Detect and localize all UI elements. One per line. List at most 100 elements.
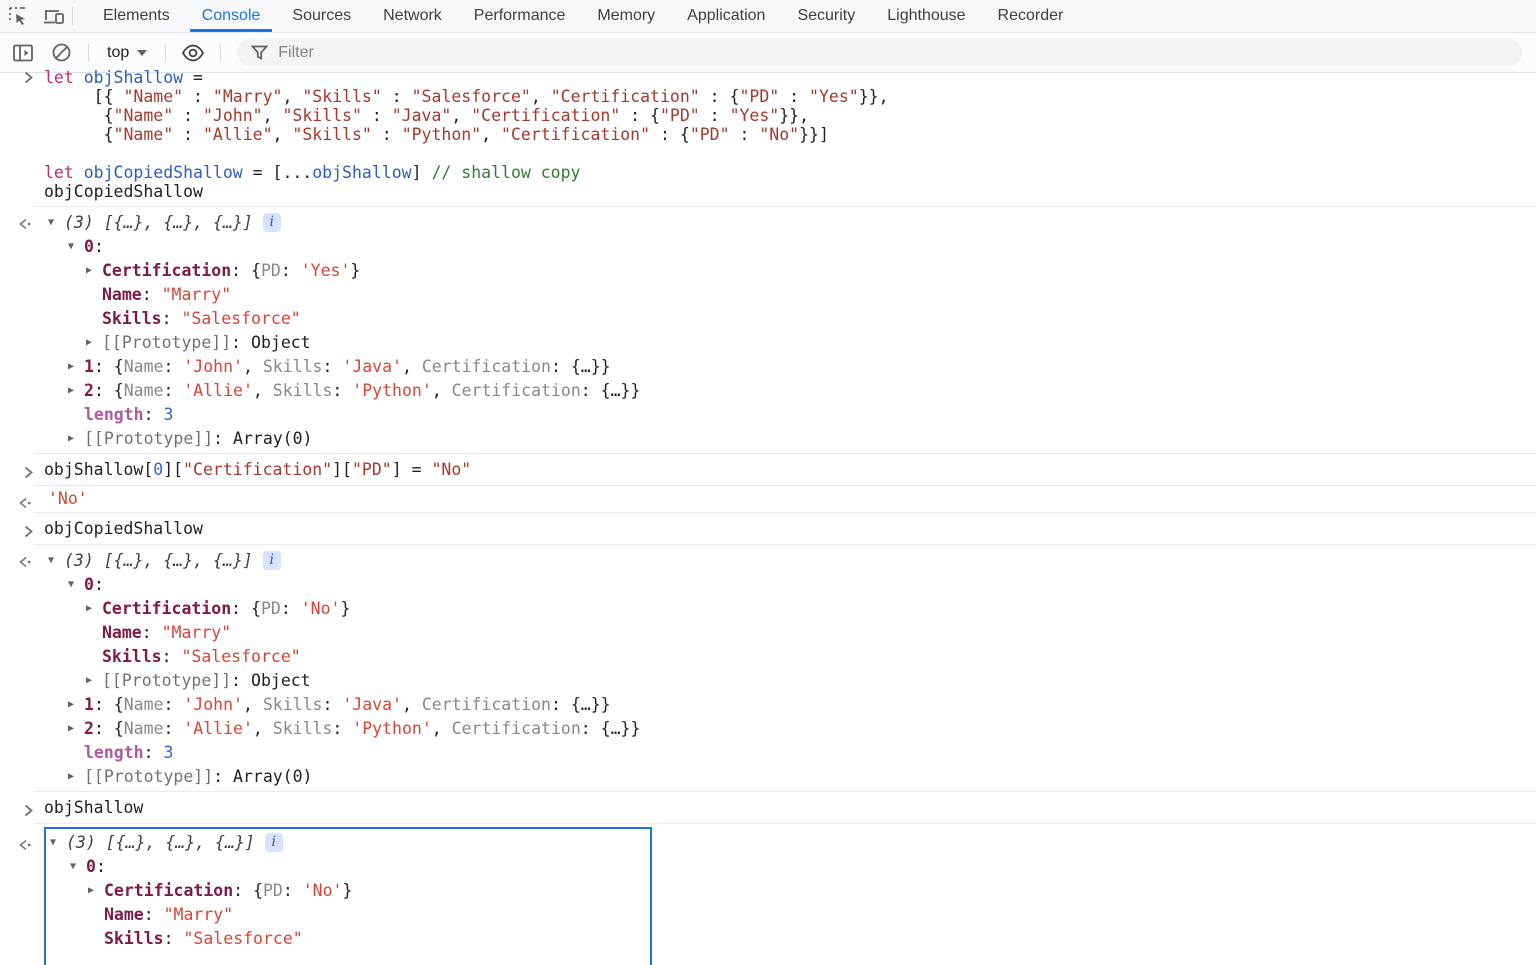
- console-text: (3) [{…}, {…}, {…}]: [64, 550, 253, 570]
- return-value-arrow-icon: [17, 839, 44, 851]
- console-text: [[Prototype]]: [102, 332, 232, 352]
- value-info-badge[interactable]: i: [264, 832, 283, 852]
- console-text: "Certification": [501, 125, 651, 144]
- code-line: let objCopiedShallow = [...objShallow] /…: [44, 163, 1536, 182]
- object-tree-row: Name: "Marry": [44, 620, 1536, 644]
- console-text: 1: [84, 356, 94, 376]
- console-text: ,: [401, 356, 422, 376]
- tab-elements[interactable]: Elements: [87, 0, 186, 32]
- clear-console-button[interactable]: [44, 39, 78, 67]
- console-text: :: [550, 356, 571, 376]
- console-text: objCopiedShallow: [44, 182, 203, 201]
- console-text: length: [84, 742, 144, 762]
- expand-triangle-icon[interactable]: ▶: [86, 603, 102, 614]
- expand-triangle-icon[interactable]: ▶: [68, 723, 84, 734]
- console-text: Certification: [451, 380, 581, 400]
- console-text: :: [141, 284, 162, 304]
- console-text: objCopiedShallow: [83, 163, 243, 182]
- console-text: Array(0): [233, 766, 313, 786]
- tab-recorder[interactable]: Recorder: [982, 0, 1080, 32]
- code-line: objShallow[0]["Certification"]["PD"] = "…: [44, 460, 1536, 479]
- tab-security[interactable]: Security: [781, 0, 871, 32]
- tab-console[interactable]: Console: [186, 0, 277, 32]
- console-command-entry: objCopiedShallow: [0, 513, 1536, 545]
- collapse-triangle-icon[interactable]: ▼: [50, 837, 66, 848]
- console-text: [{: [44, 87, 124, 106]
- collapse-triangle-icon[interactable]: ▼: [48, 555, 64, 566]
- tab-sources[interactable]: Sources: [276, 0, 367, 32]
- chevron-down-icon: [137, 49, 148, 56]
- collapse-triangle-icon[interactable]: ▼: [68, 579, 84, 590]
- console-text: 'John': [183, 694, 243, 714]
- collapse-triangle-icon[interactable]: ▼: [68, 241, 84, 252]
- console-text: ,: [252, 380, 273, 400]
- expand-triangle-icon[interactable]: ▶: [68, 699, 84, 710]
- console-text: 3: [163, 404, 174, 424]
- console-text: "Salesforce": [183, 928, 303, 948]
- console-gutter: [0, 798, 44, 818]
- console-text: }},: [858, 87, 889, 106]
- object-tree-row: ▶ Certification: {PD: 'No'}: [44, 596, 1536, 620]
- console-text: "PD": [351, 460, 392, 479]
- show-console-sidebar-button[interactable]: [6, 39, 40, 67]
- tab-performance[interactable]: Performance: [458, 0, 582, 32]
- device-toolbar-icon: [43, 6, 65, 26]
- console-text: ][: [163, 460, 184, 479]
- console-text: ,: [242, 356, 263, 376]
- toolbar-separator: [88, 43, 89, 62]
- console-text: [[Prototype]]: [84, 766, 214, 786]
- value-info-badge[interactable]: i: [262, 550, 281, 570]
- tab-network[interactable]: Network: [367, 0, 458, 32]
- console-text: :: [93, 574, 104, 594]
- console-text: 3: [163, 742, 174, 762]
- object-tree-row: ▼ 0:: [44, 234, 1536, 258]
- prompt-chevron-icon: [23, 70, 44, 85]
- expand-triangle-icon[interactable]: ▶: [68, 771, 84, 782]
- console-text: :: [332, 718, 353, 738]
- expand-triangle-icon[interactable]: ▶: [86, 265, 102, 276]
- console-gutter: [0, 548, 44, 788]
- code-line: {"Name" : "Allie", "Skills" : "Python", …: [44, 125, 1536, 144]
- expand-triangle-icon[interactable]: ▶: [86, 337, 102, 348]
- console-text: :: [322, 356, 343, 376]
- console-text: :: [161, 308, 182, 328]
- expand-triangle-icon[interactable]: ▶: [68, 385, 84, 396]
- filter-input[interactable]: Filter: [237, 39, 1522, 66]
- console-text: Skills: [104, 928, 164, 948]
- value-info-badge[interactable]: i: [262, 212, 281, 232]
- console-text: Name: [123, 380, 164, 400]
- console-text: : {: [93, 718, 124, 738]
- expand-triangle-icon[interactable]: ▶: [88, 885, 104, 896]
- tab-application[interactable]: Application: [671, 0, 781, 32]
- console-text: PD: [260, 260, 281, 280]
- console-text: :: [163, 694, 184, 714]
- inspect-cursor-icon: [8, 6, 29, 27]
- selected-result-highlight-box: ▼ (3) [{…}, {…}, {…}] i ▼ 0: ▶ Certification: …: [44, 827, 652, 965]
- javascript-context-selector[interactable]: top: [97, 44, 157, 62]
- create-live-expression-button[interactable]: [176, 39, 210, 67]
- expand-triangle-icon[interactable]: ▶: [68, 361, 84, 372]
- inspect-element-button[interactable]: [0, 0, 36, 32]
- console-toolbar: top Filter: [0, 33, 1536, 73]
- console-text: }: [350, 260, 361, 280]
- console-text: 'Java': [342, 694, 402, 714]
- tab-memory[interactable]: Memory: [581, 0, 671, 32]
- tab-lighthouse[interactable]: Lighthouse: [871, 0, 981, 32]
- console-text: {…}}: [600, 380, 641, 400]
- console-text: Object: [251, 332, 311, 352]
- console-text: let: [44, 68, 74, 87]
- console-text: {: [44, 106, 114, 125]
- object-tree-row: length: 3: [44, 402, 1536, 426]
- console-text: "Salesforce": [181, 646, 301, 666]
- console-text: ][: [332, 460, 352, 479]
- collapse-triangle-icon[interactable]: ▼: [70, 861, 86, 872]
- expand-triangle-icon[interactable]: ▶: [68, 433, 84, 444]
- toggle-device-toolbar-button[interactable]: [36, 0, 72, 32]
- collapse-triangle-icon[interactable]: ▼: [48, 217, 64, 228]
- console-text: ,: [431, 380, 452, 400]
- console-text: "Skills": [282, 106, 362, 125]
- toolbar-separator: [165, 43, 167, 62]
- console-text: Certification: [421, 694, 551, 714]
- expand-triangle-icon[interactable]: ▶: [86, 675, 102, 686]
